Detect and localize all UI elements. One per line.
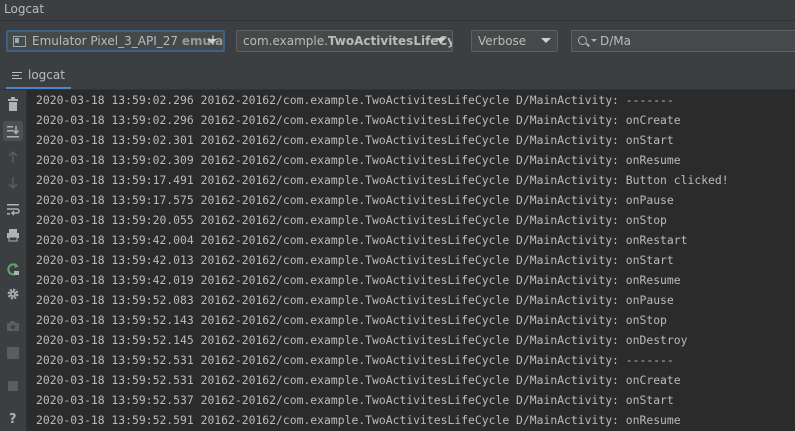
log-line: 2020-03-18 13:59:02.296 20162-20162/com.… bbox=[36, 113, 681, 127]
soft-wrap-icon[interactable] bbox=[3, 199, 23, 219]
print-icon[interactable] bbox=[3, 225, 23, 245]
logcat-icon bbox=[12, 72, 22, 79]
restart-icon[interactable] bbox=[3, 259, 23, 279]
log-line: 2020-03-18 13:59:52.143 20162-20162/com.… bbox=[36, 313, 667, 327]
tab-bar: logcat bbox=[0, 63, 795, 90]
device-dropdown[interactable]: Emulator Pixel_3_API_27 emulat bbox=[6, 30, 225, 52]
device-suffix: emulat bbox=[181, 34, 225, 48]
log-line: 2020-03-18 13:59:02.296 20162-20162/com.… bbox=[36, 93, 674, 107]
log-line: 2020-03-18 13:59:52.083 20162-20162/com.… bbox=[36, 293, 674, 307]
search-box bbox=[571, 30, 795, 52]
log-line: 2020-03-18 13:59:17.491 20162-20162/com.… bbox=[36, 173, 729, 187]
device-name: Emulator Pixel_3_API_27 bbox=[32, 34, 179, 48]
up-arrow-icon[interactable] bbox=[3, 147, 23, 167]
device-icon bbox=[13, 36, 26, 47]
log-line: 2020-03-18 13:59:52.591 20162-20162/com.… bbox=[36, 413, 681, 427]
window-title: Logcat bbox=[4, 2, 45, 16]
search-icon[interactable] bbox=[578, 36, 587, 45]
scroll-to-end-icon[interactable] bbox=[3, 121, 23, 141]
logcat-side-toolbar: ? bbox=[0, 90, 27, 431]
process-prefix: com.example. bbox=[243, 34, 328, 48]
log-line: 2020-03-18 13:59:17.575 20162-20162/com.… bbox=[36, 193, 674, 207]
down-arrow-icon[interactable] bbox=[3, 173, 23, 193]
help-icon[interactable]: ? bbox=[3, 408, 23, 428]
camera-icon[interactable] bbox=[3, 316, 23, 336]
log-line: 2020-03-18 13:59:02.309 20162-20162/com.… bbox=[36, 153, 681, 167]
log-level-value: Verbose bbox=[478, 34, 527, 48]
log-line: 2020-03-18 13:59:02.301 20162-20162/com.… bbox=[36, 133, 674, 147]
chevron-down-icon bbox=[436, 38, 446, 43]
tab-logcat[interactable]: logcat bbox=[6, 63, 71, 89]
gear-icon[interactable] bbox=[3, 284, 23, 304]
log-line: 2020-03-18 13:59:42.019 20162-20162/com.… bbox=[36, 273, 681, 287]
search-history-icon[interactable] bbox=[591, 39, 597, 42]
process-dropdown[interactable]: com.example.TwoActivitesLifeCyc bbox=[236, 30, 453, 52]
log-line: 2020-03-18 13:59:52.537 20162-20162/com.… bbox=[36, 393, 674, 407]
svg-text:?: ? bbox=[9, 412, 17, 425]
log-line: 2020-03-18 13:59:52.531 20162-20162/com.… bbox=[36, 373, 681, 387]
process-name: TwoActivitesLifeCyc bbox=[327, 34, 453, 48]
log-line: 2020-03-18 13:59:42.013 20162-20162/com.… bbox=[36, 253, 674, 267]
log-line: 2020-03-18 13:59:52.145 20162-20162/com.… bbox=[36, 333, 688, 347]
log-output[interactable]: 2020-03-18 13:59:02.296 20162-20162/com.… bbox=[27, 90, 795, 431]
log-level-dropdown[interactable]: Verbose bbox=[471, 30, 558, 52]
logcat-toolbar: Emulator Pixel_3_API_27 emulat com.examp… bbox=[0, 21, 795, 63]
stop-icon[interactable] bbox=[3, 376, 23, 396]
search-input[interactable] bbox=[600, 32, 780, 50]
log-line: 2020-03-18 13:59:20.055 20162-20162/com.… bbox=[36, 213, 667, 227]
log-line: 2020-03-18 13:59:42.004 20162-20162/com.… bbox=[36, 233, 688, 247]
chevron-down-icon bbox=[541, 38, 551, 43]
tab-logcat-label: logcat bbox=[28, 68, 65, 82]
chevron-down-icon bbox=[207, 39, 217, 44]
screen-record-icon[interactable] bbox=[3, 343, 23, 363]
window-title-bar: Logcat bbox=[0, 0, 795, 21]
log-line: 2020-03-18 13:59:52.531 20162-20162/com.… bbox=[36, 353, 674, 367]
trash-icon[interactable] bbox=[3, 94, 23, 114]
